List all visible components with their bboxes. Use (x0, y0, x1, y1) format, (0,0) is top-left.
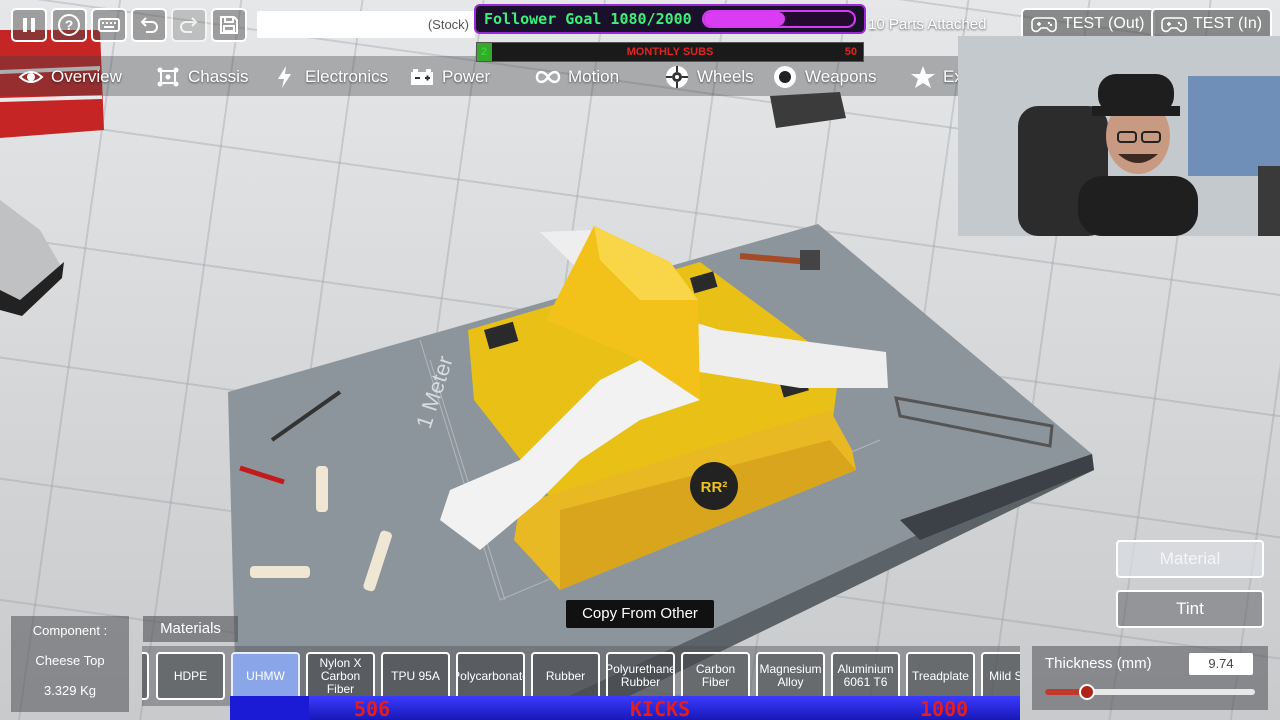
eye-icon (18, 71, 44, 83)
follower-goal-label: Follower Goal 1080/2000 (484, 10, 692, 28)
kicks-bar: 506 KICKS 1000 (230, 696, 1020, 720)
monthly-subs-bar: 2 MONTHLY SUBS 50 (476, 42, 864, 62)
svg-text:?: ? (65, 17, 74, 33)
tab-extras[interactable]: Ex (910, 65, 958, 89)
tab-wheels[interactable]: Wheels (664, 65, 754, 89)
thickness-label: Thickness (mm) (1045, 655, 1152, 672)
material-hidden-button[interactable] (142, 652, 149, 700)
save-icon (220, 16, 238, 34)
material-button-tpu-95a[interactable]: TPU 95A (381, 652, 450, 700)
infinity-icon (535, 70, 561, 84)
kicks-fill (230, 696, 309, 720)
kicks-label: KICKS (630, 697, 691, 720)
material-button-rubber[interactable]: Rubber (531, 652, 600, 700)
follower-goal-widget: Follower Goal 1080/2000 (474, 4, 866, 34)
test-in-label: TEST (In) (1193, 15, 1263, 32)
material-button-carbon-fiber[interactable]: Carbon Fiber (681, 652, 750, 700)
material-button-treadplate[interactable]: Treadplate (906, 652, 975, 700)
component-info-panel: Component : Cheese Top 3.329 Kg (11, 616, 129, 712)
thickness-slider-handle[interactable] (1079, 684, 1095, 700)
streamer-silhouette (958, 36, 1280, 236)
webcam-feed (958, 36, 1280, 236)
svg-text:RR²: RR² (701, 479, 728, 496)
copy-from-other-button[interactable]: Copy From Other (566, 600, 714, 628)
monthly-subs-label: MONTHLY SUBS (626, 46, 714, 58)
component-name: Cheese Top (35, 653, 105, 668)
follower-goal-track (701, 10, 856, 28)
tab-weapons[interactable]: Weapons (772, 65, 877, 89)
keyboard-icon (98, 18, 120, 32)
lightning-icon (278, 66, 291, 88)
pause-button[interactable] (11, 8, 47, 42)
monthly-subs-max: 50 (844, 46, 857, 58)
kicks-max: 1000 (920, 697, 969, 720)
thickness-panel: Thickness (mm) 9.74 (1032, 646, 1268, 710)
tab-overview[interactable]: Overview (18, 65, 122, 89)
redo-button[interactable] (171, 8, 207, 42)
gamepad-icon (1031, 17, 1057, 33)
save-button[interactable] (211, 8, 247, 42)
parts-attached-count: 10 Parts Attached (868, 16, 987, 33)
kicks-current: 506 (354, 697, 391, 720)
pause-icon (23, 18, 35, 32)
tab-motion[interactable]: Motion (535, 65, 619, 89)
redo-icon (180, 17, 198, 33)
thickness-slider[interactable] (1045, 684, 1255, 700)
material-button-hdpe[interactable]: HDPE (156, 652, 225, 700)
tab-electronics[interactable]: Electronics (272, 65, 388, 89)
material-button[interactable]: Material (1116, 540, 1264, 578)
thickness-input[interactable]: 9.74 (1189, 653, 1253, 675)
bot-name-field[interactable]: (Stock) (257, 11, 475, 38)
tab-power[interactable]: Power (409, 65, 490, 89)
material-button-nylon-x-carbon-fiber[interactable]: Nylon X Carbon Fiber (306, 652, 375, 700)
undo-icon (140, 17, 158, 33)
category-tabs: Overview Chassis Electronics Power Motio… (0, 56, 958, 96)
materials-tab[interactable]: Materials (143, 616, 238, 642)
help-button[interactable]: ? (51, 8, 87, 42)
chassis-icon (157, 67, 179, 87)
dark-block (770, 92, 846, 128)
material-button-aluminium-6061-t6[interactable]: Aluminium 6061 T6 (831, 652, 900, 700)
question-icon: ? (58, 14, 80, 36)
component-weight: 3.329 Kg (43, 683, 97, 698)
material-button-magnesium-alloy[interactable]: Magnesium Alloy (756, 652, 825, 700)
test-out-label: TEST (Out) (1063, 15, 1145, 32)
weapon-icon (774, 66, 796, 88)
star-icon (911, 66, 935, 88)
wheel-icon (666, 66, 688, 88)
material-button-mild-steel[interactable]: Mild Steel (981, 652, 1020, 700)
follower-goal-fill (703, 12, 785, 26)
battery-icon (411, 69, 433, 85)
tint-button[interactable]: Tint (1116, 590, 1264, 628)
undo-button[interactable] (131, 8, 167, 42)
material-button-uhmw[interactable]: UHMW (231, 652, 300, 700)
material-button-polyurethane-rubber[interactable]: Polyurethane Rubber (606, 652, 675, 700)
tab-chassis[interactable]: Chassis (155, 65, 248, 89)
component-label: Component : (32, 623, 108, 638)
keyboard-button[interactable] (91, 8, 127, 42)
gamepad-icon (1161, 17, 1187, 33)
material-button-polycarbonate[interactable]: Polycarbonate (456, 652, 525, 700)
